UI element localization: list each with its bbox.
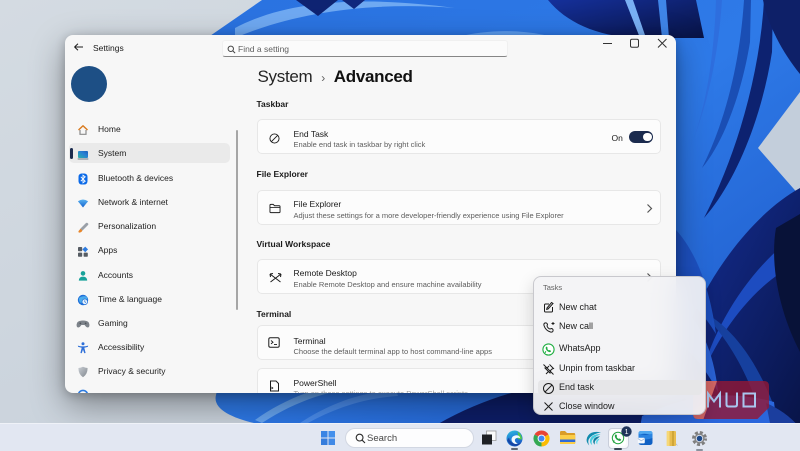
svg-text:1: 1 (625, 429, 629, 436)
